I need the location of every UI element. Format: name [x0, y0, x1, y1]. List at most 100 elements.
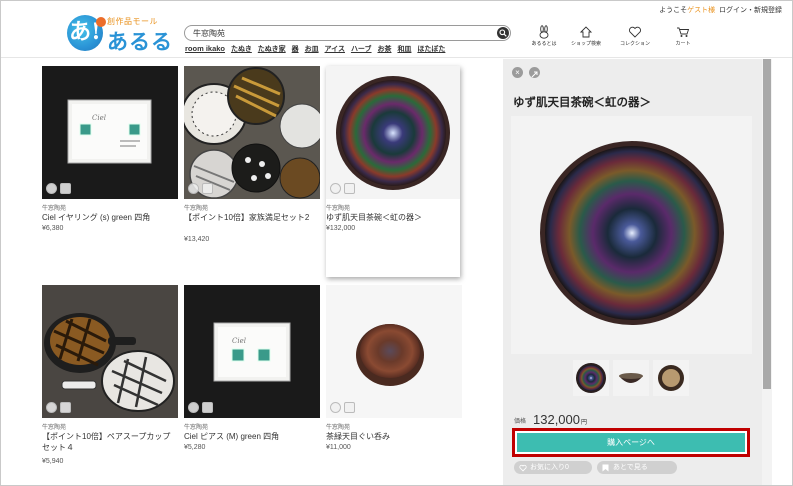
category-link[interactable]: お皿 [305, 44, 319, 54]
similar-icon[interactable] [188, 402, 199, 413]
cart-icon [677, 27, 690, 37]
close-icon[interactable]: × [512, 67, 523, 78]
product-shop[interactable]: 牛窓陶苑 [184, 422, 208, 431]
category-link[interactable]: 和皿 [397, 44, 411, 54]
svg-text:Ciel: Ciel [92, 114, 106, 122]
product-title[interactable]: Ciel ピアス (M) green 四角 [184, 431, 320, 442]
product-card[interactable]: 牛窓陶苑 【ポイント10倍】ペアスープカップセット４ ¥5,940 [42, 285, 178, 485]
product-card[interactable]: Ciel 牛窓陶苑 Ciel ピアス (M) green 四角 ¥5,280 [184, 285, 320, 485]
product-image[interactable] [326, 66, 460, 199]
thumbnail[interactable] [613, 360, 649, 396]
product-card[interactable]: Ciel 牛窓陶苑 Ciel イヤリング (s) green 四角 ¥6,380 [42, 66, 178, 256]
nav-collection[interactable]: コレクション [615, 25, 655, 47]
category-link[interactable]: 器 [292, 44, 299, 54]
product-title[interactable]: ゆず肌天目茶碗＜虹の器＞ [326, 212, 462, 223]
bookmark-icon[interactable] [344, 402, 355, 413]
browser-frame: あ! 創作品モール あるる 牛窓陶苑 room ikako たぬき たぬき家 器… [0, 0, 793, 486]
site-logo[interactable]: あ! 創作品モール あるる [67, 15, 172, 55]
category-link[interactable]: お茶 [377, 44, 391, 54]
welcome-text: ようこそ [659, 7, 688, 14]
header-nav: あるるとは ショップ検索 コレクション カート [524, 25, 704, 53]
product-title[interactable]: 茶緑天目ぐい呑み [326, 431, 462, 442]
similar-icon[interactable] [188, 183, 199, 194]
watch-later-label: あとで見る [613, 464, 648, 471]
buy-page-button[interactable]: 購入ページへ [517, 433, 745, 452]
product-shop[interactable]: 牛窓陶苑 [326, 422, 350, 431]
search-input[interactable]: 牛窓陶苑 [184, 25, 511, 41]
bookmark-icon[interactable] [60, 402, 71, 413]
product-image[interactable]: Ciel [184, 285, 320, 418]
svg-text:Ciel: Ciel [232, 337, 246, 345]
product-title[interactable]: Ciel イヤリング (s) green 四角 [42, 212, 178, 223]
favorite-label: お気に入り0 [530, 464, 569, 471]
product-price: ¥11,000 [326, 444, 351, 451]
heart-icon [519, 464, 527, 472]
product-shop[interactable]: 牛窓陶苑 [42, 203, 66, 212]
nav-shop-search[interactable]: ショップ検索 [566, 25, 606, 47]
product-shop[interactable]: 牛窓陶苑 [42, 422, 66, 431]
logo-dot [96, 17, 106, 27]
product-card[interactable]: 牛窓陶苑 【ポイント10倍】家族満足セット2 ¥13,420 [184, 66, 320, 256]
price-label: 価格 [514, 419, 527, 425]
account-links: ようこそゲスト様 ログイン・新規登録 [659, 5, 782, 15]
guest-link[interactable]: ゲスト様 [687, 7, 715, 14]
rabbit-icon [539, 25, 549, 39]
category-link[interactable]: アイス [325, 44, 345, 54]
category-link[interactable]: たぬき [231, 44, 252, 54]
bookmark-icon[interactable] [344, 183, 355, 194]
product-detail-panel: × ゆず肌天目茶碗＜虹の器＞ 価格 132,000円 購入ページへ お気に入り0… [503, 59, 762, 485]
product-image[interactable] [326, 285, 462, 418]
nav-label: あるるとは [531, 41, 557, 47]
similar-icon[interactable] [46, 183, 57, 194]
price-unit: 円 [581, 420, 588, 426]
product-price: ¥13,420 [184, 236, 210, 243]
nav-label: コレクション [619, 41, 650, 47]
detail-title: ゆず肌天目茶碗＜虹の器＞ [513, 97, 651, 109]
nav-label: ショップ検索 [570, 41, 601, 47]
category-link[interactable]: ほたぼた [417, 44, 445, 54]
similar-icon[interactable] [46, 402, 57, 413]
buy-button-highlight: 購入ページへ [512, 428, 750, 457]
site-header: あ! 創作品モール あるる 牛窓陶苑 room ikako たぬき たぬき家 器… [1, 1, 792, 58]
category-link[interactable]: ハーブ [351, 44, 372, 54]
product-card[interactable]: 牛窓陶苑 茶緑天目ぐい呑み ¥11,000 [326, 285, 462, 485]
product-price: ¥5,940 [42, 458, 64, 465]
detail-main-image[interactable] [511, 116, 752, 354]
shop-icon [579, 26, 593, 38]
similar-icon[interactable] [330, 402, 341, 413]
login-link[interactable]: ログイン・新規登録 [719, 7, 782, 14]
search-icon [499, 29, 507, 37]
bookmark-icon[interactable] [202, 183, 213, 194]
bookmark-icon[interactable] [60, 183, 71, 194]
product-title[interactable]: 【ポイント10倍】ペアスープカップセット４ [42, 431, 178, 453]
heart-icon [629, 26, 641, 38]
product-price: ¥6,380 [42, 225, 64, 232]
product-image[interactable]: Ciel [42, 66, 178, 199]
category-link[interactable]: room ikako [185, 44, 225, 53]
bookmark-icon[interactable] [202, 402, 213, 413]
bookmark-icon [602, 464, 609, 472]
search-button[interactable] [497, 27, 509, 39]
watch-later-button[interactable]: あとで見る [597, 461, 677, 474]
favorite-button[interactable]: お気に入り0 [514, 461, 592, 474]
expand-icon[interactable] [529, 67, 540, 78]
similar-icon[interactable] [330, 183, 341, 194]
thumbnail[interactable] [573, 360, 609, 396]
scrollbar-thumb[interactable] [763, 59, 771, 389]
detail-price: 132,000円 [533, 412, 587, 427]
product-shop[interactable]: 牛窓陶苑 [326, 203, 350, 212]
product-image[interactable] [42, 285, 178, 418]
nav-cart[interactable]: カート [663, 25, 703, 47]
search-value: 牛窓陶苑 [193, 29, 225, 38]
product-title[interactable]: 【ポイント10倍】家族満足セット2 [184, 212, 320, 223]
category-links: room ikako たぬき たぬき家 器 お皿 アイス ハーブ お茶 和皿 ほ… [185, 44, 449, 54]
product-card-selected[interactable]: 牛窓陶苑 ゆず肌天目茶碗＜虹の器＞ ¥132,000 [326, 66, 460, 277]
product-price: ¥132,000 [326, 225, 356, 232]
product-shop[interactable]: 牛窓陶苑 [184, 203, 208, 212]
nav-label: カート [675, 41, 691, 47]
category-link[interactable]: たぬき家 [258, 44, 286, 54]
product-image[interactable] [184, 66, 320, 199]
nav-about[interactable]: あるるとは [524, 25, 564, 47]
price-amount: 132,000 [533, 412, 580, 427]
thumbnail[interactable] [653, 360, 689, 396]
